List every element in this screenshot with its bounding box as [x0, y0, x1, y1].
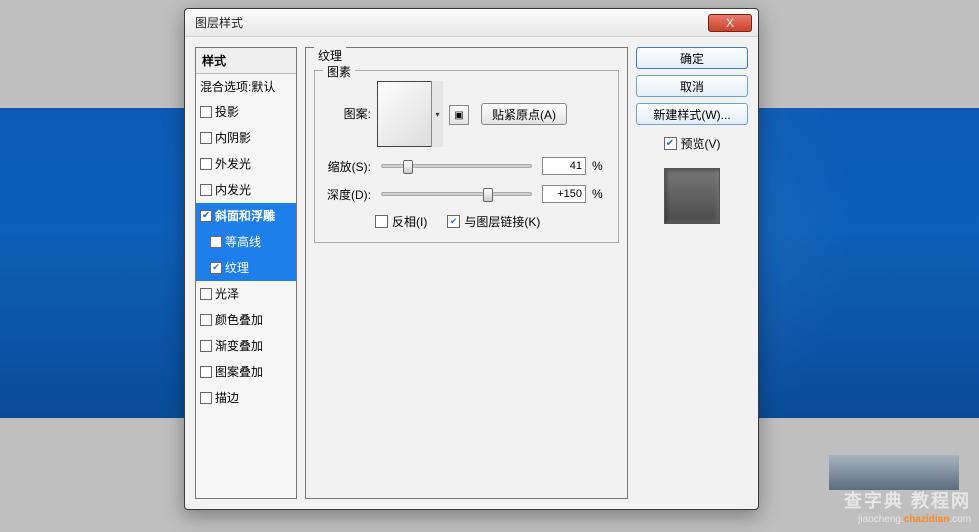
style-item-outer-glow[interactable]: 外发光 [196, 151, 296, 177]
style-item-satin[interactable]: 光泽 [196, 281, 296, 307]
scale-slider[interactable] [381, 164, 532, 168]
panel-title: 纹理 [314, 47, 346, 64]
style-item-bevel-emboss[interactable]: 斜面和浮雕 [196, 203, 296, 229]
blending-options-item[interactable]: 混合选项:默认 [196, 74, 296, 99]
depth-unit: % [592, 187, 610, 201]
checkbox-icon[interactable] [200, 158, 212, 170]
action-column: 确定 取消 新建样式(W)... 预览(V) [636, 47, 748, 499]
style-item-stroke[interactable]: 描边 [196, 385, 296, 411]
elements-fieldset: 图素 图案: ▾ ▣ 贴紧原点(A) 缩放(S): % 深度(D): [314, 70, 619, 243]
checkbox-icon[interactable] [200, 210, 212, 222]
link-with-layer-checkbox[interactable]: 与图层链接(K) [447, 213, 540, 230]
checkbox-icon[interactable] [200, 288, 212, 300]
depth-label: 深度(D): [323, 186, 371, 203]
dialog-title: 图层样式 [195, 14, 243, 31]
scale-unit: % [592, 159, 610, 173]
cancel-button[interactable]: 取消 [636, 75, 748, 97]
style-item-color-overlay[interactable]: 颜色叠加 [196, 307, 296, 333]
checkbox-icon[interactable] [200, 366, 212, 378]
checkbox-icon[interactable] [210, 236, 222, 248]
watermark: 查字典 教程网 jiaocheng.chazidian.com [844, 490, 971, 526]
thumbnail-gradient [829, 455, 959, 490]
new-style-button[interactable]: 新建样式(W)... [636, 103, 748, 125]
style-list: 样式 混合选项:默认 投影 内阴影 外发光 内发光 斜面和浮雕 等高线 纹理 光… [195, 47, 297, 499]
checkbox-icon [447, 215, 460, 228]
style-item-pattern-overlay[interactable]: 图案叠加 [196, 359, 296, 385]
layer-style-dialog: 图层样式 X 样式 混合选项:默认 投影 内阴影 外发光 内发光 斜面和浮雕 等… [184, 8, 759, 510]
slider-thumb-icon[interactable] [403, 160, 413, 174]
checkbox-icon [664, 137, 677, 150]
preview-label: 预览(V) [681, 135, 721, 152]
pattern-label: 图案: [323, 105, 371, 122]
checkbox-icon[interactable] [200, 184, 212, 196]
titlebar[interactable]: 图层样式 X [185, 9, 758, 37]
slider-thumb-icon[interactable] [483, 188, 493, 202]
style-list-header: 样式 [196, 48, 296, 74]
preview-checkbox[interactable]: 预览(V) [636, 135, 748, 152]
close-icon: X [726, 17, 734, 29]
scale-label: 缩放(S): [323, 158, 371, 175]
invert-checkbox[interactable]: 反相(I) [375, 213, 427, 230]
scale-input[interactable] [542, 157, 586, 175]
checkbox-icon[interactable] [200, 106, 212, 118]
chevron-down-icon: ▾ [435, 110, 439, 119]
watermark-line2: jiaocheng.chazidian.com [844, 513, 971, 526]
link-label: 与图层链接(K) [464, 213, 540, 230]
snap-origin-button[interactable]: 贴紧原点(A) [481, 103, 567, 125]
dialog-body: 样式 混合选项:默认 投影 内阴影 外发光 内发光 斜面和浮雕 等高线 纹理 光… [185, 37, 758, 509]
preview-swatch [664, 168, 720, 224]
ok-button[interactable]: 确定 [636, 47, 748, 69]
fieldset-legend: 图素 [323, 63, 355, 80]
checkbox-icon [375, 215, 388, 228]
checkbox-icon[interactable] [200, 392, 212, 404]
checkbox-icon[interactable] [200, 132, 212, 144]
close-button[interactable]: X [708, 14, 752, 32]
pattern-dropdown-button[interactable]: ▾ [431, 81, 443, 147]
new-icon: ▣ [454, 110, 463, 121]
style-item-texture[interactable]: 纹理 [196, 255, 296, 281]
style-item-gradient-overlay[interactable]: 渐变叠加 [196, 333, 296, 359]
new-pattern-button[interactable]: ▣ [449, 105, 469, 125]
pattern-swatch[interactable]: ▾ [377, 81, 443, 147]
texture-panel: 纹理 图素 图案: ▾ ▣ 贴紧原点(A) 缩放(S): % [305, 47, 628, 499]
checkbox-icon[interactable] [200, 340, 212, 352]
style-item-inner-glow[interactable]: 内发光 [196, 177, 296, 203]
checkbox-icon[interactable] [200, 314, 212, 326]
depth-slider[interactable] [381, 192, 532, 196]
style-item-contour[interactable]: 等高线 [196, 229, 296, 255]
style-item-inner-shadow[interactable]: 内阴影 [196, 125, 296, 151]
checkbox-icon[interactable] [210, 262, 222, 274]
watermark-line1: 查字典 教程网 [844, 490, 971, 513]
depth-input[interactable] [542, 185, 586, 203]
style-item-drop-shadow[interactable]: 投影 [196, 99, 296, 125]
invert-label: 反相(I) [392, 213, 427, 230]
